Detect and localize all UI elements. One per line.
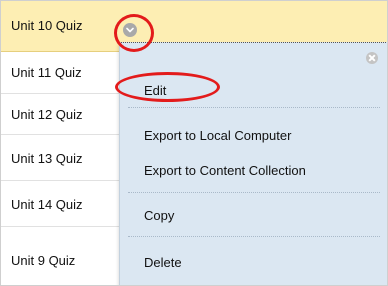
menu-divider [128, 107, 380, 108]
menu-divider [128, 236, 380, 237]
menu-divider [128, 192, 380, 193]
menu-item-delete[interactable]: Delete [144, 255, 182, 270]
quiz-title[interactable]: Unit 13 Quiz [11, 151, 83, 166]
menu-item-copy[interactable]: Copy [144, 208, 174, 223]
close-icon[interactable] [366, 52, 378, 64]
annotation-oval [115, 72, 220, 102]
quiz-title[interactable]: Unit 14 Quiz [11, 197, 83, 212]
quiz-title[interactable]: Unit 12 Quiz [11, 107, 83, 122]
quiz-title[interactable]: Unit 10 Quiz [11, 18, 83, 33]
content-frame: Unit 10 Quiz Unit 11 Quiz Unit 12 Quiz U… [0, 0, 388, 286]
quiz-title[interactable]: Unit 9 Quiz [11, 253, 75, 268]
menu-item-export-collection[interactable]: Export to Content Collection [144, 163, 306, 178]
quiz-title[interactable]: Unit 11 Quiz [11, 65, 82, 80]
annotation-circle [114, 14, 154, 52]
menu-item-export-local[interactable]: Export to Local Computer [144, 128, 291, 143]
